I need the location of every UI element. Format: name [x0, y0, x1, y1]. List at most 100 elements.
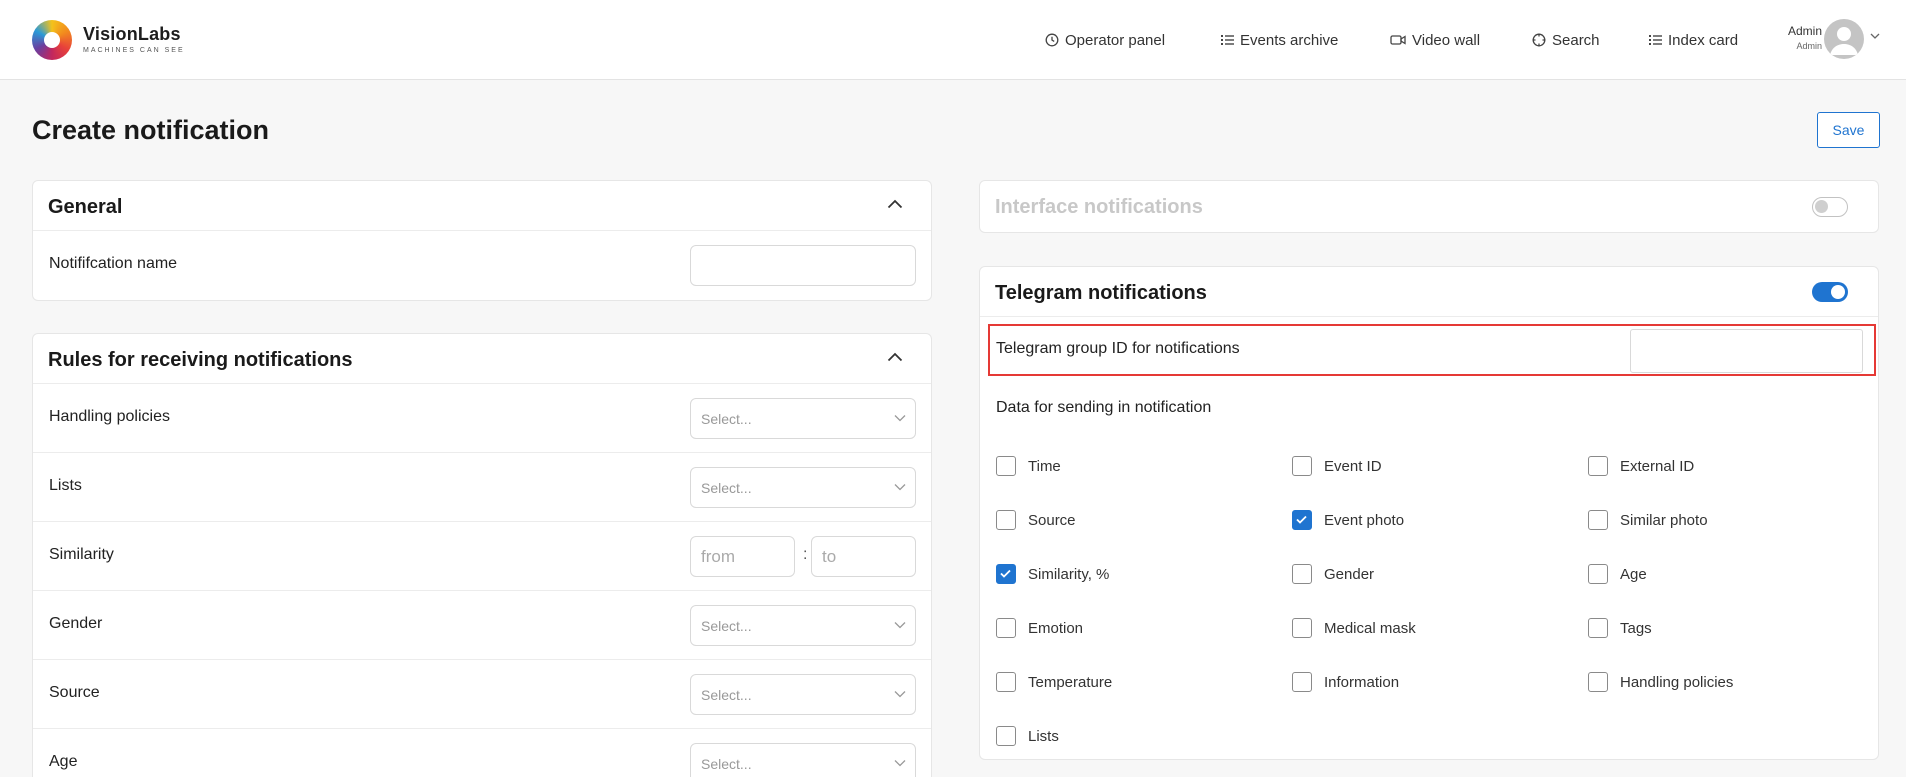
- interface-notifications-title: Interface notifications: [995, 196, 1203, 218]
- chevron-up-icon[interactable]: [887, 199, 903, 209]
- checkbox-emotion[interactable]: Emotion: [996, 618, 1083, 638]
- checkbox-label: Event photo: [1324, 511, 1405, 529]
- nav-index-card[interactable]: Index card: [1649, 30, 1738, 50]
- clock-icon: [1045, 33, 1059, 47]
- checkbox-temperature[interactable]: Temperature: [996, 672, 1112, 692]
- data-for-sending-label: Data for sending in notification: [996, 399, 1212, 416]
- checkbox-box: [1292, 564, 1312, 584]
- nav-label: Video wall: [1412, 31, 1481, 49]
- checkbox-information[interactable]: Information: [1292, 672, 1399, 692]
- toggle-knob: [1831, 285, 1845, 299]
- nav-operator-panel[interactable]: Operator panel: [1045, 30, 1165, 50]
- checkbox-box-checked: [1292, 510, 1312, 530]
- age-row: Age Select...: [33, 729, 931, 777]
- checkbox-handling-policies[interactable]: Handling policies: [1588, 672, 1733, 692]
- checkbox-label: Temperature: [1028, 673, 1113, 691]
- similarity-from-input[interactable]: from: [690, 536, 795, 577]
- gender-select[interactable]: Select...: [690, 605, 916, 646]
- nav-video-wall[interactable]: Video wall: [1390, 30, 1480, 50]
- chevron-down-icon: [894, 484, 906, 491]
- checkbox-medical-mask[interactable]: Medical mask: [1292, 618, 1416, 638]
- user-name: Admin: [1787, 24, 1822, 38]
- checkmark-icon: [1296, 515, 1307, 524]
- checkbox-similarity[interactable]: Similarity, %: [996, 564, 1109, 584]
- chevron-down-icon: [894, 760, 906, 767]
- nav-search[interactable]: Search: [1532, 30, 1600, 50]
- similarity-to-input[interactable]: to: [811, 536, 916, 577]
- source-select[interactable]: Select...: [690, 674, 916, 715]
- checkbox-label: Time: [1028, 457, 1061, 475]
- general-card: General Notififcation name: [32, 180, 932, 301]
- app-header: VisionLabs MACHINES CAN SEE Operator pan…: [0, 0, 1906, 80]
- checkbox-label: Tags: [1620, 619, 1652, 637]
- checkbox-age[interactable]: Age: [1588, 564, 1647, 584]
- checkbox-box: [996, 456, 1016, 476]
- age-select[interactable]: Select...: [690, 743, 916, 777]
- list-icon: [1649, 35, 1662, 45]
- visionlabs-logo[interactable]: [32, 20, 72, 60]
- checkmark-icon: [1000, 569, 1011, 578]
- brand: VisionLabs MACHINES CAN SEE: [83, 24, 185, 54]
- user-role: Admin: [1796, 41, 1822, 51]
- handling-policies-select[interactable]: Select...: [690, 398, 916, 439]
- checkbox-label: Source: [1028, 511, 1076, 529]
- nav-label: Operator panel: [1065, 31, 1166, 49]
- handling-policies-row: Handling policies Select...: [33, 384, 931, 453]
- checkbox-event-id[interactable]: Event ID: [1292, 456, 1382, 476]
- save-button[interactable]: Save: [1817, 112, 1880, 148]
- rules-card-header[interactable]: Rules for receiving notifications: [33, 334, 931, 384]
- interface-notifications-card: Interface notifications: [979, 180, 1879, 233]
- checkbox-label: Gender: [1324, 565, 1375, 583]
- chevron-up-icon[interactable]: [887, 352, 903, 362]
- checkbox-box: [1292, 456, 1312, 476]
- source-label: Source: [49, 684, 100, 701]
- notification-name-label: Notififcation name: [49, 255, 178, 272]
- rules-title: Rules for receiving notifications: [48, 349, 353, 371]
- avatar[interactable]: [1824, 19, 1864, 59]
- checkbox-tags[interactable]: Tags: [1588, 618, 1652, 638]
- similarity-row: Similarity from : to: [33, 522, 931, 591]
- checkbox-similar-photo[interactable]: Similar photo: [1588, 510, 1708, 530]
- checkbox-box: [996, 672, 1016, 692]
- checkbox-gender[interactable]: Gender: [1292, 564, 1374, 584]
- checkbox-label: Information: [1324, 673, 1400, 691]
- lists-row: Lists Select...: [33, 453, 931, 522]
- general-card-header[interactable]: General: [33, 181, 931, 231]
- select-placeholder: Select...: [701, 756, 752, 772]
- checkbox-label: Medical mask: [1324, 619, 1416, 637]
- checkbox-label: Handling policies: [1620, 673, 1734, 691]
- chevron-down-icon[interactable]: [1870, 33, 1880, 40]
- video-camera-icon: [1390, 35, 1406, 45]
- crosshair-icon: [1532, 33, 1546, 47]
- checkbox-box: [1292, 618, 1312, 638]
- notification-name-input[interactable]: [690, 245, 916, 286]
- telegram-notifications-card: Telegram notifications Telegram group ID…: [979, 266, 1879, 760]
- handling-policies-label: Handling policies: [49, 408, 170, 425]
- lists-select[interactable]: Select...: [690, 467, 916, 508]
- toggle-knob: [1815, 200, 1828, 213]
- checkbox-lists[interactable]: Lists: [996, 726, 1059, 746]
- chevron-down-icon: [894, 622, 906, 629]
- telegram-group-id-input[interactable]: [1630, 329, 1863, 373]
- checkbox-external-id[interactable]: External ID: [1588, 456, 1694, 476]
- checkbox-source[interactable]: Source: [996, 510, 1076, 530]
- telegram-card-header: Telegram notifications: [980, 267, 1878, 317]
- nav-label: Search: [1552, 31, 1600, 49]
- nav-events-archive[interactable]: Events archive: [1221, 30, 1338, 50]
- brand-name: VisionLabs: [83, 24, 181, 44]
- telegram-title: Telegram notifications: [995, 282, 1207, 304]
- notification-name-row: Notififcation name: [33, 231, 931, 300]
- telegram-notifications-toggle[interactable]: [1812, 282, 1848, 302]
- checkbox-event-photo[interactable]: Event photo: [1292, 510, 1404, 530]
- user-info: Admin Admin: [1782, 24, 1822, 51]
- nav-label: Index card: [1668, 31, 1739, 49]
- select-placeholder: Select...: [701, 480, 752, 496]
- checkbox-label: Event ID: [1324, 457, 1382, 475]
- checkbox-time[interactable]: Time: [996, 456, 1061, 476]
- checkbox-box: [1588, 618, 1608, 638]
- checkbox-box: [1588, 672, 1608, 692]
- rules-card: Rules for receiving notifications Handli…: [32, 333, 932, 777]
- checkbox-label: External ID: [1620, 457, 1695, 475]
- interface-notifications-toggle[interactable]: [1812, 197, 1848, 217]
- checkbox-box: [996, 510, 1016, 530]
